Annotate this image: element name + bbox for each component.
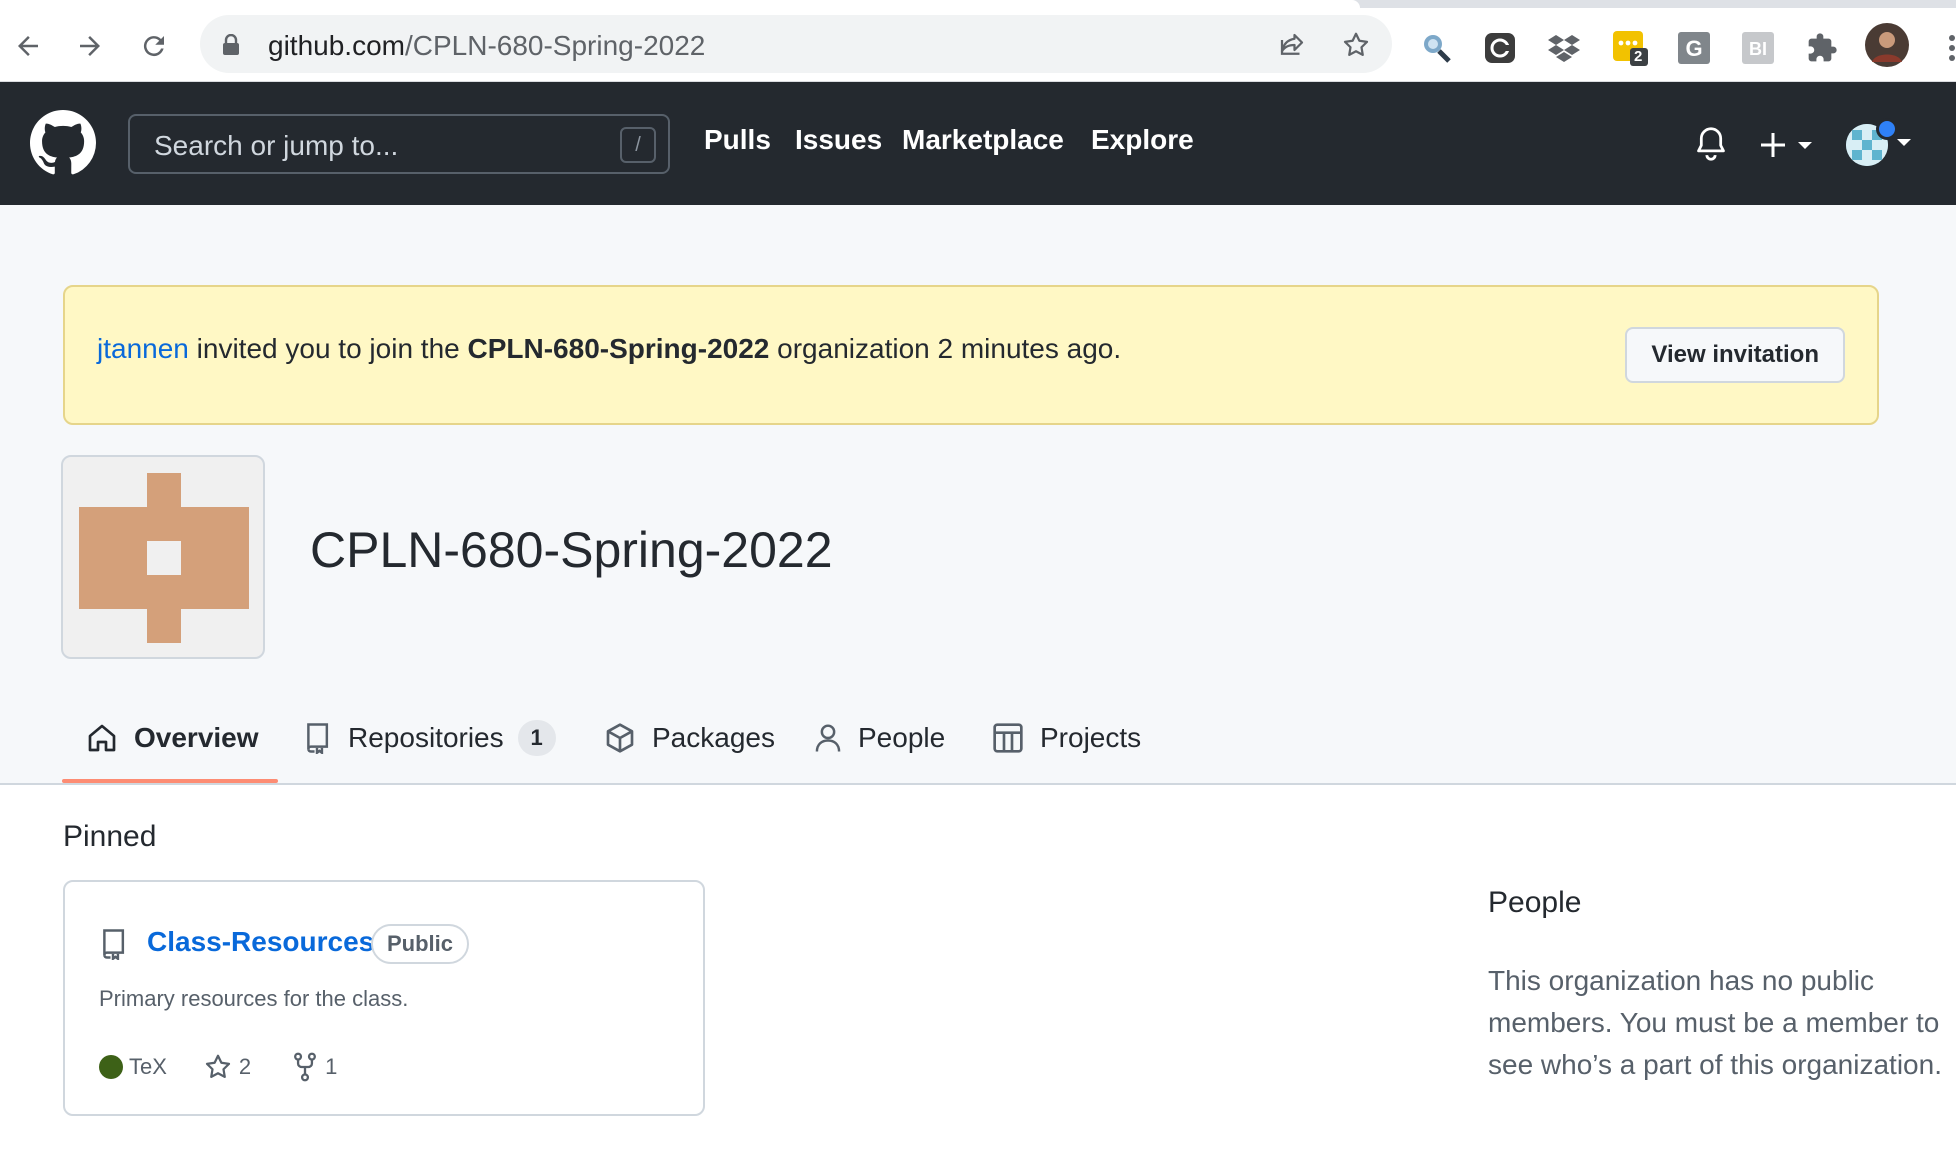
project-icon	[993, 723, 1023, 753]
forward-button[interactable]	[68, 24, 112, 68]
browser-toolbar: github.com/CPLN-680-Spring-2022 2 G BI	[0, 8, 1956, 82]
org-title: CPLN-680-Spring-2022	[310, 522, 833, 578]
forks-link[interactable]: 1	[291, 1052, 337, 1082]
invitation-text-before: invited you to join the	[196, 333, 460, 364]
invitation-org-name: CPLN-680-Spring-2022	[467, 333, 770, 364]
inviter-link[interactable]: jtannen	[97, 333, 189, 364]
extensions-puzzle-icon[interactable]	[1804, 30, 1840, 66]
pinned-repo-link[interactable]: Class-Resources	[147, 926, 374, 958]
bookmark-star-icon[interactable]	[1340, 29, 1372, 61]
tab-repositories-label: Repositories	[348, 722, 504, 753]
github-header: Search or jump to... / Pulls Issues Mark…	[0, 82, 1956, 205]
url-text: github.com/CPLN-680-Spring-2022	[268, 30, 706, 61]
people-heading: People	[1488, 886, 1582, 919]
repositories-count-badge: 1	[517, 720, 556, 756]
tab-overview[interactable]: Overview	[86, 695, 259, 781]
back-button[interactable]	[6, 24, 50, 68]
notification-dot	[1876, 118, 1898, 140]
back-arrow-icon	[18, 36, 38, 56]
search-input[interactable]: Search or jump to... /	[128, 114, 670, 174]
tab-packages[interactable]: Packages	[604, 695, 775, 781]
dropbox-icon[interactable]	[1546, 30, 1582, 66]
repo-icon	[103, 929, 125, 960]
extension-badge-count: 2	[1634, 48, 1643, 65]
share-icon[interactable]	[1276, 29, 1308, 61]
search-placeholder: Search or jump to...	[154, 130, 399, 161]
stars-count: 2	[238, 1054, 252, 1079]
pinned-repo-description: Primary resources for the class.	[99, 986, 409, 1011]
browser-profile-avatar[interactable]	[1864, 22, 1910, 68]
tab-people-label: People	[858, 722, 946, 753]
nav-marketplace[interactable]: Marketplace	[902, 124, 1064, 156]
github-logo-icon[interactable]	[30, 110, 96, 176]
fork-icon	[294, 1052, 317, 1082]
extension-chat-icon[interactable]: 2	[1612, 30, 1648, 66]
package-icon	[606, 723, 634, 753]
avatar-dropdown-caret-icon[interactable]	[1896, 138, 1912, 148]
tab-overview-label: Overview	[134, 722, 259, 753]
view-invitation-button[interactable]: View invitation	[1625, 327, 1845, 383]
invitation-banner: jtannen invited you to join the CPLN-680…	[63, 285, 1879, 425]
lock-icon	[223, 34, 239, 55]
people-empty-message: This organization has no public members.…	[1488, 965, 1942, 1080]
invitation-text-after: organization 2 minutes ago.	[777, 333, 1122, 364]
org-avatar	[61, 455, 265, 659]
repo-language: TeX	[129, 1054, 167, 1079]
tab-people[interactable]: People	[814, 695, 945, 781]
nav-issues[interactable]: Issues	[795, 124, 882, 156]
org-page-header: jtannen invited you to join the CPLN-680…	[0, 205, 1956, 785]
active-tab[interactable]	[0, 0, 1360, 8]
tab-repositories[interactable]: Repositories 1	[302, 695, 556, 781]
notifications-bell-icon[interactable]	[1694, 126, 1728, 162]
pinned-repo-card: Class-Resources Public Primary resources…	[63, 880, 705, 1116]
forward-arrow-icon	[80, 36, 100, 56]
browser-menu-icon[interactable]	[1934, 30, 1956, 66]
home-icon	[88, 724, 116, 752]
reload-button[interactable]	[132, 24, 176, 68]
browser-tab-strip	[0, 0, 1956, 8]
active-tab-underline	[62, 779, 278, 783]
svg-text:G: G	[1685, 36, 1702, 61]
forks-count: 1	[325, 1054, 338, 1079]
reload-icon	[143, 36, 164, 57]
create-new-button[interactable]	[1760, 130, 1818, 160]
plus-icon	[1761, 133, 1812, 157]
extension-g-icon[interactable]: G	[1676, 30, 1712, 66]
nav-pulls[interactable]: Pulls	[704, 124, 771, 156]
nav-explore[interactable]: Explore	[1091, 124, 1194, 156]
invitation-message: jtannen invited you to join the CPLN-680…	[97, 333, 1121, 365]
stargazers-link[interactable]: 2	[203, 1052, 251, 1082]
extension-magnifier-icon[interactable]	[1418, 30, 1454, 66]
tab-projects[interactable]: Projects	[992, 695, 1141, 781]
visibility-badge: Public	[371, 924, 470, 964]
address-bar[interactable]: github.com/CPLN-680-Spring-2022	[200, 15, 1392, 73]
extension-grammarly-style-icon[interactable]	[1482, 30, 1518, 66]
person-icon	[815, 724, 841, 752]
tab-packages-label: Packages	[652, 722, 775, 753]
tab-projects-label: Projects	[1040, 722, 1142, 753]
pinned-repo-meta: TeX 2 1	[99, 1052, 337, 1082]
repo-icon	[307, 723, 329, 754]
pinned-heading: Pinned	[63, 820, 157, 853]
svg-text:BI: BI	[1749, 39, 1767, 59]
search-shortcut-key: /	[620, 127, 656, 163]
language-color-dot	[99, 1055, 123, 1079]
star-icon	[205, 1054, 231, 1078]
extension-bi-icon[interactable]: BI	[1740, 30, 1776, 66]
